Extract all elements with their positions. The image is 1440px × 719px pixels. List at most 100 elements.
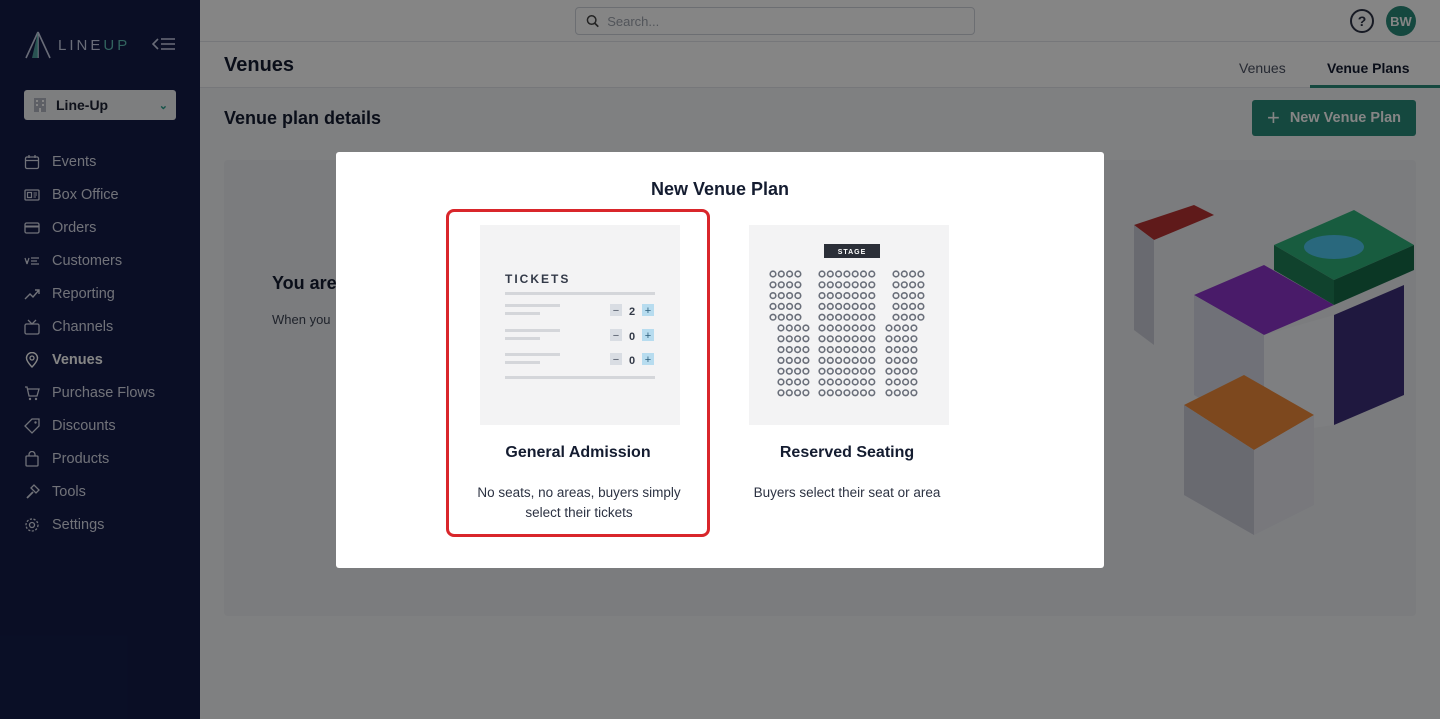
seat-dot — [893, 367, 901, 375]
seat-dot — [893, 378, 901, 386]
seat-dot — [785, 378, 793, 386]
seat-dot — [769, 313, 777, 321]
seat-dot — [859, 324, 868, 332]
seat-dot — [777, 345, 785, 354]
seat-dot — [902, 356, 910, 364]
seat-dot — [834, 378, 843, 386]
seat-dot — [868, 389, 876, 397]
seat-dot — [826, 345, 834, 354]
option-description: No seats, no areas, buyers simply select… — [477, 485, 681, 520]
seat-dot — [818, 335, 826, 343]
seat-dot — [818, 313, 826, 321]
seat-dot — [851, 367, 859, 375]
seat-dot — [818, 389, 826, 397]
seat-dot — [902, 367, 910, 375]
seat-dot — [859, 356, 868, 364]
seat-dot — [917, 281, 925, 289]
option-title: General Admission — [505, 444, 651, 461]
seat-dot — [834, 389, 843, 397]
seat-dot — [859, 378, 868, 386]
seat-dot — [802, 389, 810, 397]
seat-dot — [834, 324, 843, 332]
seat-dot — [834, 270, 843, 278]
seat-dot — [818, 367, 826, 375]
seat-dot — [885, 367, 893, 375]
seat-dot — [793, 378, 802, 386]
seat-dot — [885, 356, 893, 364]
seat-dot — [859, 335, 868, 343]
seat-dot — [910, 367, 918, 375]
option-description: Buyers select their seat or area — [753, 485, 941, 500]
seat-dot — [785, 291, 794, 300]
seat-dot — [868, 367, 876, 375]
seat-dot — [900, 291, 908, 300]
seat-dot — [851, 302, 859, 310]
seat-dot — [777, 367, 785, 375]
seat-dot — [885, 345, 893, 354]
seat-dot — [793, 335, 802, 343]
svg-text:−: − — [613, 305, 619, 317]
seat-dot — [802, 345, 810, 354]
seat-dot — [917, 313, 925, 321]
seat-dot — [868, 291, 876, 300]
seat-dot — [902, 345, 910, 354]
option-general-admission[interactable]: TICKETS − 2 + − 0 + − 0 + General Admiss — [446, 209, 710, 537]
seat-dot — [826, 281, 834, 289]
seat-dot — [917, 302, 925, 310]
seat-dot — [910, 335, 918, 343]
seat-dot — [902, 378, 910, 386]
seat-dot — [843, 378, 851, 386]
seat-dot — [909, 313, 917, 321]
seat-dot — [777, 389, 785, 397]
seat-dot — [818, 291, 826, 300]
seat-dot — [802, 335, 810, 343]
seat-dot — [843, 389, 851, 397]
seat-dot — [834, 367, 843, 375]
seat-dot — [777, 335, 785, 343]
seat-dot — [843, 367, 851, 375]
quantity-value: 2 — [629, 306, 635, 318]
seat-dot — [785, 345, 793, 354]
seat-dot — [900, 313, 908, 321]
seat-dot — [818, 345, 826, 354]
seat-dot — [893, 389, 901, 397]
seat-dot — [802, 367, 810, 375]
option-reserved-seating[interactable]: STAGE Reserved Seating Buyers select the… — [715, 209, 979, 537]
seat-dot — [826, 367, 834, 375]
seat-dot — [769, 291, 777, 300]
seat-dot — [851, 313, 859, 321]
new-venue-plan-modal: New Venue Plan TICKETS − 2 + − 0 + − 0 + — [336, 152, 1104, 568]
seat-dot — [902, 324, 910, 332]
seat-dot — [769, 270, 777, 278]
seat-dot — [868, 345, 876, 354]
seat-dot — [892, 281, 900, 289]
seat-dot — [834, 356, 843, 364]
quantity-value: 0 — [629, 355, 635, 367]
seat-dot — [834, 335, 843, 343]
seat-dot — [826, 335, 834, 343]
seat-dot — [851, 345, 859, 354]
stage-label: STAGE — [838, 249, 867, 256]
seat-dot — [834, 302, 843, 310]
seat-dot — [851, 378, 859, 386]
seat-dot — [785, 270, 794, 278]
seat-dot — [859, 302, 868, 310]
seat-dot — [893, 356, 901, 364]
seat-dot — [902, 335, 910, 343]
seat-dot — [900, 270, 908, 278]
seat-dot — [843, 335, 851, 343]
seat-dot — [785, 356, 793, 364]
seat-dot — [892, 302, 900, 310]
seat-dot — [834, 313, 843, 321]
seat-dot — [802, 324, 810, 332]
seat-dot — [859, 389, 868, 397]
modal-title: New Venue Plan — [650, 179, 790, 199]
seat-dot — [917, 270, 925, 278]
seat-dot — [910, 345, 918, 354]
seat-dot — [851, 324, 859, 332]
seat-dot — [777, 356, 785, 364]
seat-dot — [859, 313, 868, 321]
seat-dot — [769, 302, 777, 310]
seat-dot — [794, 313, 802, 321]
seat-dot — [868, 378, 876, 386]
